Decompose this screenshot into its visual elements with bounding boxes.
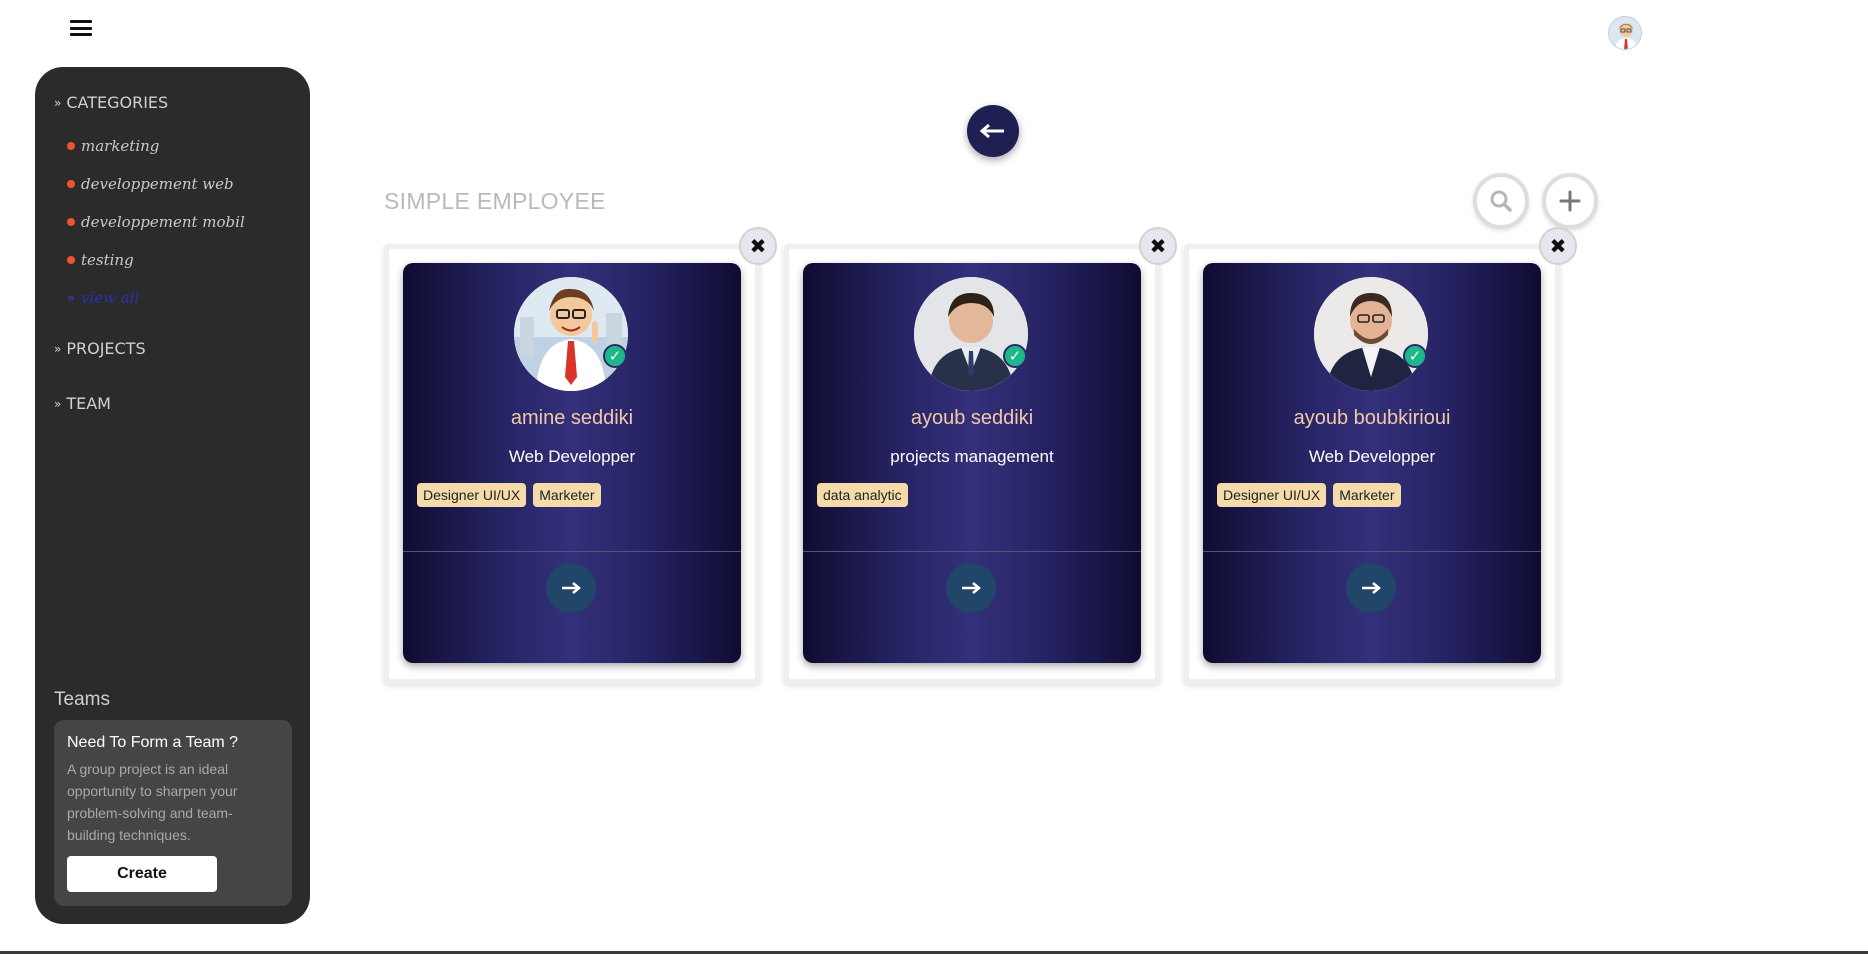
- projects-label: PROJECTS: [66, 339, 146, 358]
- top-bar: [0, 0, 1868, 60]
- skill-tag: Designer UI/UX: [1217, 483, 1327, 507]
- projects-header[interactable]: » PROJECTS: [54, 339, 146, 358]
- remove-employee-button[interactable]: ✖: [1539, 227, 1577, 265]
- employee-card-wrapper: ✖ ✓ ayoub boubkirioui Web Developper Des…: [1184, 227, 1577, 684]
- form-team-card: Need To Form a Team ? A group project is…: [54, 720, 292, 906]
- card-divider: [803, 551, 1141, 552]
- remove-employee-button[interactable]: ✖: [739, 227, 777, 265]
- card-divider: [403, 551, 741, 552]
- remove-employee-button[interactable]: ✖: [1139, 227, 1177, 265]
- card-divider: [1203, 551, 1541, 552]
- employee-role: projects management: [890, 447, 1054, 466]
- category-item-marketing[interactable]: marketing: [67, 127, 245, 165]
- arrow-left-icon: [980, 123, 1004, 139]
- skill-tag: Marketer: [533, 483, 601, 507]
- employee-avatar: [1314, 277, 1428, 391]
- bullet-dot-icon: [67, 180, 75, 188]
- teams-title: Teams: [54, 689, 110, 710]
- category-list: marketing developpement web developpemen…: [67, 127, 245, 317]
- team-label: TEAM: [66, 394, 111, 413]
- create-team-button[interactable]: Create: [67, 856, 217, 892]
- back-button[interactable]: [967, 105, 1019, 157]
- chevron-double-right-icon: »: [54, 341, 62, 356]
- category-item-testing[interactable]: testing: [67, 241, 245, 279]
- verified-check-icon: ✓: [1403, 344, 1427, 368]
- bullet-dot-icon: [67, 218, 75, 226]
- categories-label: CATEGORIES: [66, 93, 169, 112]
- skill-tag: data analytic: [817, 483, 908, 507]
- form-team-title: Need To Form a Team ?: [67, 734, 239, 751]
- chevron-double-down-icon: »: [54, 95, 62, 110]
- arrow-right-icon: [962, 582, 981, 594]
- page-title: SIMPLE EMPLOYEE: [384, 188, 606, 214]
- sidebar: » CATEGORIES marketing developpement web…: [35, 67, 310, 924]
- plus-icon: [1559, 190, 1581, 212]
- search-icon: [1490, 190, 1512, 212]
- form-team-description: A group project is an ideal opportunity …: [67, 761, 238, 843]
- employee-name: amine seddiki: [510, 407, 634, 429]
- employee-card[interactable]: ✓ ayoub seddiki projects management data…: [803, 263, 1141, 663]
- skill-tags: Designer UI/UX Marketer: [417, 483, 601, 507]
- skill-tags: data analytic: [817, 483, 908, 507]
- employee-card[interactable]: ✓ amine seddiki Web Developper Designer …: [403, 263, 741, 663]
- employee-avatar: [514, 277, 628, 391]
- view-all-link[interactable]: » view all: [67, 279, 245, 317]
- skill-tags: Designer UI/UX Marketer: [1217, 483, 1401, 507]
- view-employee-button[interactable]: [546, 563, 596, 613]
- skill-tag: Designer UI/UX: [417, 483, 527, 507]
- search-button[interactable]: [1473, 173, 1529, 229]
- employee-role: Web Developper: [508, 447, 636, 466]
- employee-card[interactable]: ✓ ayoub boubkirioui Web Developper Desig…: [1203, 263, 1541, 663]
- category-label: developpement web: [81, 175, 234, 193]
- arrow-right-icon: [562, 582, 581, 594]
- user-avatar[interactable]: [1608, 16, 1642, 50]
- view-all-label: view all: [80, 289, 140, 307]
- employee-card-wrapper: ✖ ✓ ayoub seddiki projects management da…: [784, 227, 1177, 684]
- arrow-right-icon: [1362, 582, 1381, 594]
- bullet-dot-icon: [67, 142, 75, 150]
- employee-name: ayoub boubkirioui: [1293, 407, 1451, 429]
- bullet-dot-icon: [67, 256, 75, 264]
- view-employee-button[interactable]: [946, 563, 996, 613]
- category-item-mobile[interactable]: developpement mobil: [67, 203, 245, 241]
- chevron-double-right-icon: »: [54, 396, 62, 411]
- employee-name: ayoub seddiki: [910, 407, 1034, 429]
- verified-check-icon: ✓: [1003, 344, 1027, 368]
- add-employee-button[interactable]: [1542, 173, 1598, 229]
- verified-check-icon: ✓: [603, 344, 627, 368]
- chevron-right-icon: »: [67, 290, 75, 306]
- category-label: testing: [81, 251, 134, 269]
- hamburger-menu-icon[interactable]: [70, 20, 92, 38]
- category-item-web[interactable]: developpement web: [67, 165, 245, 203]
- employee-role: Web Developper: [1308, 447, 1436, 466]
- category-label: marketing: [81, 137, 160, 155]
- view-employee-button[interactable]: [1346, 563, 1396, 613]
- category-label: developpement mobil: [81, 213, 245, 231]
- skill-tag: Marketer: [1333, 483, 1401, 507]
- employee-avatar: [914, 277, 1028, 391]
- team-header[interactable]: » TEAM: [54, 394, 111, 413]
- employee-card-wrapper: ✖ ✓ amine seddiki Web Developper Designe…: [384, 227, 777, 684]
- categories-header[interactable]: » CATEGORIES: [54, 93, 168, 112]
